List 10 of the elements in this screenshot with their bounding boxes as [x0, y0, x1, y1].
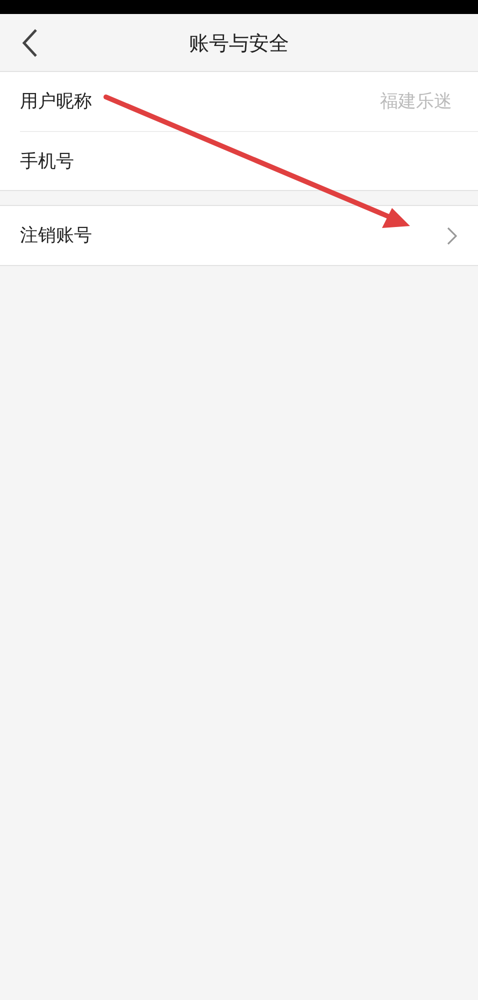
- row-label: 注销账号: [20, 224, 92, 248]
- nickname-value: 福建乐迷: [380, 90, 452, 114]
- settings-row[interactable]: 注销账号: [0, 206, 478, 265]
- row-label: 手机号: [20, 150, 74, 174]
- settings-row[interactable]: 手机号: [20, 131, 478, 190]
- chevron-right-icon: [446, 226, 458, 246]
- settings-row[interactable]: 用户昵称 福建乐迷: [0, 72, 478, 131]
- page-title: 账号与安全: [189, 30, 289, 56]
- row-label: 用户昵称: [20, 90, 92, 114]
- back-icon: [20, 27, 40, 59]
